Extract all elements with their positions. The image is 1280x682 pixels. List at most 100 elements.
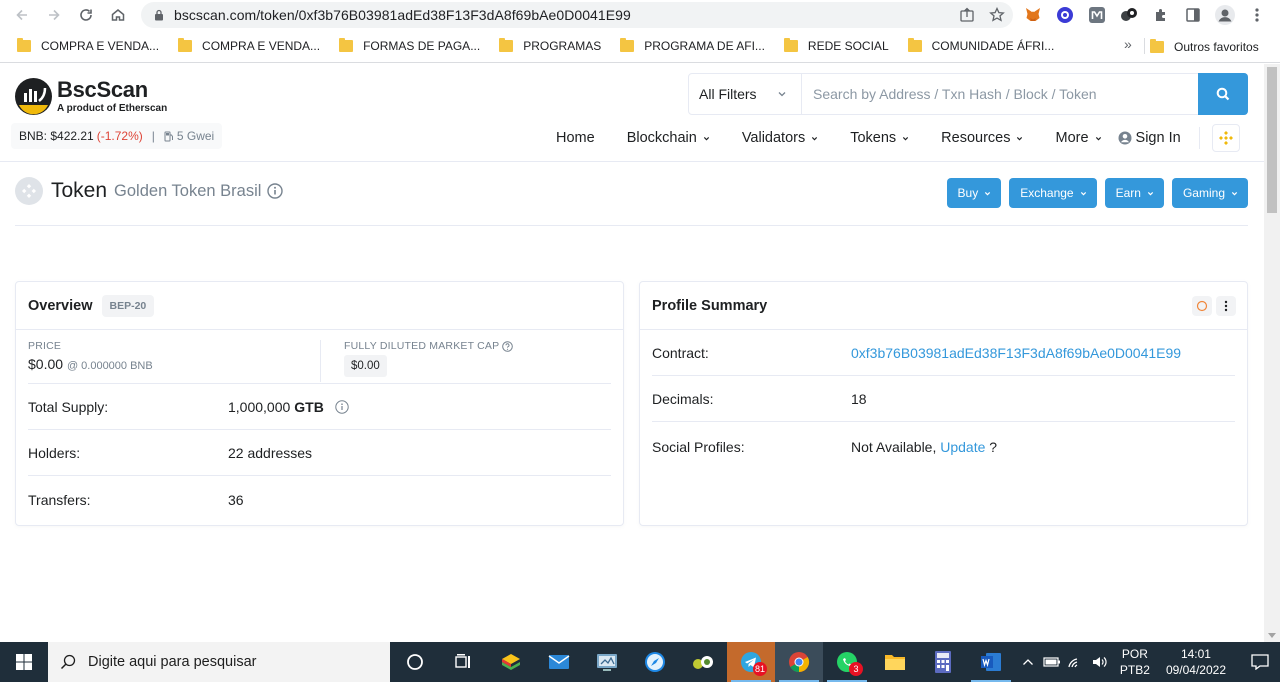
- bookmark-folder[interactable]: REDE SOCIAL: [774, 32, 898, 60]
- token-placeholder-icon: [15, 177, 43, 205]
- info-icon[interactable]: [335, 399, 349, 414]
- bluestacks-app[interactable]: [487, 642, 535, 682]
- site-header: BscScan A product of Etherscan BNB: $422…: [0, 64, 1264, 162]
- star-icon[interactable]: [989, 7, 1005, 23]
- profile-avatar-icon[interactable]: [1214, 4, 1236, 26]
- profile-card-header: Profile Summary: [640, 282, 1247, 330]
- question-circle-icon[interactable]: [502, 340, 514, 352]
- network-tray-icon[interactable]: [1064, 655, 1088, 669]
- chevron-down-icon: [985, 191, 991, 196]
- search-button[interactable]: [1198, 73, 1248, 115]
- system-clock[interactable]: 14:01 09/04/2022: [1166, 646, 1226, 678]
- nav-resources[interactable]: Resources: [925, 130, 1039, 146]
- token-action-buttons: Buy Exchange Earn Gaming: [946, 178, 1248, 208]
- bscscan-logo[interactable]: BscScan A product of Etherscan: [15, 78, 167, 115]
- nav-tokens[interactable]: Tokens: [834, 130, 925, 146]
- nav-blockchain[interactable]: Blockchain: [611, 130, 726, 146]
- price-value-line: $0.00 @ 0.000000 BNB: [28, 356, 153, 372]
- address-bar[interactable]: bscscan.com/token/0xf3b76B03981adEd38F13…: [141, 2, 1013, 28]
- sign-in-link[interactable]: Sign In: [1118, 130, 1197, 146]
- metamask-extension-icon[interactable]: [1022, 4, 1044, 26]
- nav-label: Blockchain: [626, 130, 697, 146]
- mail-app[interactable]: [535, 642, 583, 682]
- nav-home[interactable]: Home: [540, 130, 611, 146]
- gaming-button[interactable]: Gaming: [1171, 178, 1248, 208]
- bookmarks-overflow-button[interactable]: »: [1124, 36, 1132, 52]
- search-filter-select[interactable]: All Filters: [689, 74, 802, 114]
- scroll-down-arrow[interactable]: [1268, 633, 1276, 638]
- earn-button[interactable]: Earn: [1104, 178, 1164, 208]
- telegram-app[interactable]: 81: [727, 642, 775, 682]
- word-app[interactable]: [967, 642, 1015, 682]
- forward-button[interactable]: [38, 1, 70, 29]
- bookmark-folder[interactable]: PROGRAMAS: [489, 32, 610, 60]
- puzzle-icon[interactable]: [1150, 4, 1172, 26]
- contract-address-link[interactable]: 0xf3b76B03981adEd38F13F3dA8f69bAe0D0041E…: [851, 345, 1181, 361]
- bookmark-folder[interactable]: FORMAS DE PAGA...: [329, 32, 489, 60]
- bookmark-folder[interactable]: COMPRA E VENDA...: [7, 32, 168, 60]
- show-hidden-icons-button[interactable]: [1016, 658, 1040, 666]
- nav-validators[interactable]: Validators: [726, 130, 834, 146]
- info-icon[interactable]: [267, 183, 284, 199]
- extension-blue-icon[interactable]: [1054, 4, 1076, 26]
- transfers-value: 36: [228, 492, 244, 508]
- scrollbar-thumb[interactable]: [1267, 67, 1277, 213]
- transfers-row: Transfers: 36: [28, 476, 611, 524]
- lock-icon: [154, 9, 166, 21]
- bnb-price-bar: BNB: $422.21 (-1.72%) | 5 Gwei: [11, 123, 223, 149]
- extension-m-icon[interactable]: [1086, 4, 1108, 26]
- folder-icon: [620, 38, 635, 52]
- control-panel-app[interactable]: [583, 642, 631, 682]
- main-navigation: Home Blockchain Validators Tokens Resour…: [540, 124, 1240, 152]
- button-label: Earn: [1115, 186, 1141, 200]
- update-link[interactable]: Update: [940, 439, 985, 455]
- status-circle-button[interactable]: [1192, 296, 1212, 316]
- file-explorer-app[interactable]: [871, 642, 919, 682]
- keyboard-layout: PTB2: [1119, 663, 1150, 677]
- button-label: Buy: [957, 186, 979, 200]
- buy-button[interactable]: Buy: [946, 178, 1002, 208]
- bnb-network-button[interactable]: [1211, 124, 1240, 152]
- cortana-button[interactable]: [391, 642, 439, 682]
- share-icon[interactable]: [959, 7, 975, 23]
- bookmark-folder[interactable]: PROGRAMA DE AFI...: [610, 32, 774, 60]
- side-panel-icon[interactable]: [1182, 4, 1204, 26]
- back-button[interactable]: [6, 1, 38, 29]
- gas-price[interactable]: 5 Gwei: [164, 129, 214, 143]
- chrome-app[interactable]: [775, 642, 823, 682]
- total-supply-row: Total Supply: 1,000,000 GTB: [28, 384, 611, 430]
- exchange-button[interactable]: Exchange: [1009, 178, 1097, 208]
- taskbar-search-box[interactable]: Digite aqui para pesquisar: [48, 642, 390, 682]
- total-supply-value: 1,000,000: [228, 398, 291, 415]
- bookmark-label: COMPRA E VENDA...: [202, 39, 321, 53]
- wallet-app[interactable]: [679, 642, 727, 682]
- language-indicator[interactable]: POR PTB2: [1120, 646, 1150, 678]
- bookmark-folder[interactable]: COMUNIDADE ÁFRI...: [898, 32, 1064, 60]
- clock-time: 14:01: [1180, 647, 1211, 661]
- price-bnb: @ 0.000000 BNB: [66, 360, 153, 372]
- reload-button[interactable]: [70, 1, 102, 29]
- price-separator: |: [151, 129, 155, 143]
- kebab-menu-icon[interactable]: [1246, 4, 1268, 26]
- other-bookmarks-folder[interactable]: Outros favoritos: [1150, 30, 1259, 63]
- home-button[interactable]: [102, 1, 134, 29]
- bookmark-folder[interactable]: COMPRA E VENDA...: [168, 32, 329, 60]
- search-input[interactable]: [802, 74, 1198, 114]
- extension-dark-icon[interactable]: [1118, 4, 1140, 26]
- whatsapp-app[interactable]: 3: [823, 642, 871, 682]
- more-options-button[interactable]: [1216, 296, 1236, 316]
- bluestacks-icon: [502, 654, 520, 670]
- page-scrollbar[interactable]: [1264, 64, 1280, 642]
- token-standard-badge: BEP-20: [101, 294, 155, 317]
- calculator-app[interactable]: [919, 642, 967, 682]
- task-view-button[interactable]: [439, 642, 487, 682]
- battery-tray-icon[interactable]: [1040, 656, 1064, 668]
- safari-like-app[interactable]: [631, 642, 679, 682]
- profile-header-actions: [1192, 296, 1236, 316]
- action-center-button[interactable]: [1240, 654, 1280, 670]
- social-question-mark: ?: [989, 439, 998, 455]
- start-button[interactable]: [0, 642, 48, 682]
- compass-icon: [645, 652, 665, 672]
- volume-tray-icon[interactable]: [1088, 655, 1112, 669]
- nav-more[interactable]: More: [1039, 130, 1117, 146]
